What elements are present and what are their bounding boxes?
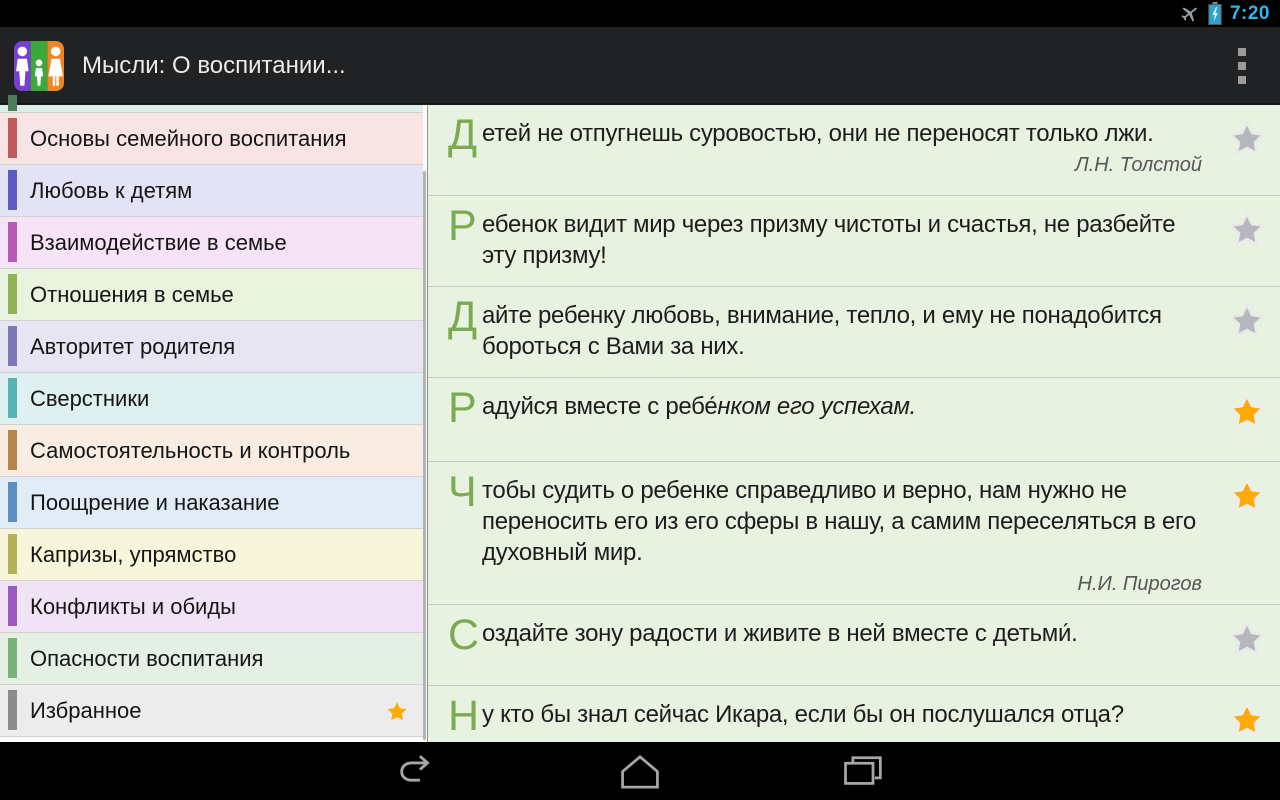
category-color-bar xyxy=(8,378,17,418)
category-color-bar xyxy=(8,638,17,678)
favorite-star-button[interactable] xyxy=(1230,394,1264,428)
quote-dropcap: Д xyxy=(448,111,477,159)
quote-dropcap: Н xyxy=(448,692,479,740)
quote-text: Ребенок видит мир через призму чистоты и… xyxy=(448,205,1202,271)
main-content: Основы семейного воспитания Любовь к дет… xyxy=(0,95,1280,742)
quote-dropcap: Ч xyxy=(448,468,477,516)
partial-category-item[interactable] xyxy=(0,95,423,113)
category-label: Самостоятельность и контроль xyxy=(30,437,351,463)
category-label: Капризы, упрямство xyxy=(30,541,237,567)
home-icon xyxy=(621,754,659,788)
quote-author: Л.Н. Толстой xyxy=(1074,154,1202,176)
category-color-bar xyxy=(8,274,17,314)
category-label: Сверстники xyxy=(30,385,150,411)
quote-item[interactable]: Радуйся вместе с ребе́нком его успехам. xyxy=(428,378,1280,462)
favorite-star-button[interactable] xyxy=(1230,478,1264,512)
quote-dropcap: Д xyxy=(448,293,477,341)
sidebar-category-item[interactable]: Самостоятельность и контроль xyxy=(0,425,423,477)
category-color-bar xyxy=(8,118,17,158)
recents-icon xyxy=(844,755,882,785)
battery-charging-icon xyxy=(1208,2,1222,25)
category-color-bar xyxy=(8,482,17,522)
quote-item[interactable]: Ну кто бы знал сейчас Икара, если бы он … xyxy=(428,686,1280,742)
quote-text-segment: тобы судить о ребенке справедливо и верн… xyxy=(482,477,1196,566)
favorite-star-button[interactable] xyxy=(1230,621,1264,655)
action-bar: Мысли: О воспитании... xyxy=(0,27,1280,105)
quote-item[interactable]: Дайте ребенку любовь, внимание, тепло, и… xyxy=(428,287,1280,378)
quote-author: Н.И. Пирогов xyxy=(1077,573,1202,595)
sidebar-category-item[interactable]: Взаимодействие в семье xyxy=(0,217,423,269)
category-label: Конфликты и обиды xyxy=(30,593,236,619)
overflow-menu-icon xyxy=(1238,48,1246,56)
home-button[interactable] xyxy=(615,751,665,791)
sidebar-category-item[interactable]: Основы семейного воспитания xyxy=(0,113,423,165)
status-bar: 7:20 xyxy=(0,0,1280,27)
category-label: Авторитет родителя xyxy=(30,333,236,359)
favorite-star-button[interactable] xyxy=(1230,303,1264,337)
category-color-bar xyxy=(8,326,17,366)
category-color-bar xyxy=(8,534,17,574)
quote-text: Дайте ребенку любовь, внимание, тепло, и… xyxy=(448,296,1202,362)
quote-text: Детей не отпугнешь суровостью, они не пе… xyxy=(448,114,1202,157)
sidebar-category-item[interactable]: Авторитет родителя xyxy=(0,321,423,373)
category-label: Взаимодействие в семье xyxy=(30,229,287,255)
sidebar-category-item[interactable]: Сверстники xyxy=(0,373,423,425)
category-label: Любовь к детям xyxy=(30,177,193,203)
quote-item[interactable]: Чтобы судить о ребенке справедливо и вер… xyxy=(428,462,1280,605)
sidebar-category-item[interactable]: Конфликты и обиды xyxy=(0,581,423,633)
category-color-bar xyxy=(8,222,17,262)
sidebar-category-item[interactable]: Любовь к детям xyxy=(0,165,423,217)
quote-text-segment: оздайте зону радости и живите в ней вмес… xyxy=(482,620,1078,647)
overflow-menu-button[interactable] xyxy=(1218,36,1266,96)
clock-label: 7:20 xyxy=(1229,2,1270,24)
category-label: Основы семейного воспитания xyxy=(30,125,347,151)
quote-text: Радуйся вместе с ребе́нком его успехам. xyxy=(448,387,1202,430)
category-label: Опасности воспитания xyxy=(30,645,264,671)
sidebar-scrollbar[interactable] xyxy=(423,171,426,740)
quote-text-segment: ебенок видит мир через призму чистоты и … xyxy=(482,211,1176,269)
quote-item[interactable]: Ребенок видит мир через призму чистоты и… xyxy=(428,196,1280,287)
category-label: Поощрение и наказание xyxy=(30,489,280,515)
category-color-bar xyxy=(8,170,17,210)
sidebar-category-item[interactable]: Избранное xyxy=(0,685,423,737)
quote-text: Создайте зону радости и живите в ней вме… xyxy=(448,614,1202,657)
page-title: Мысли: О воспитании... xyxy=(82,52,346,79)
sidebar-category-item[interactable]: Поощрение и наказание xyxy=(0,477,423,529)
quote-dropcap: Р xyxy=(448,202,477,250)
category-label: Отношения в семье xyxy=(30,281,234,307)
favorite-star-button[interactable] xyxy=(1230,121,1264,155)
recents-button[interactable] xyxy=(837,751,887,791)
favorites-star-icon xyxy=(385,698,409,723)
screen: { "status_bar": { "time": "7:20", "accen… xyxy=(0,0,1280,800)
category-color-bar xyxy=(8,586,17,626)
sidebar-category-item[interactable]: Капризы, упрямство xyxy=(0,529,423,581)
system-navigation-bar xyxy=(0,742,1280,800)
category-label: Избранное xyxy=(30,697,142,723)
quote-text-segment: нком его успехам. xyxy=(717,393,916,420)
category-color-bar xyxy=(8,95,17,111)
quote-list: Детей не отпугнешь суровостью, они не пе… xyxy=(428,105,1280,742)
quote-text-segment: айте ребенку любовь, внимание, тепло, и … xyxy=(482,302,1162,360)
quote-text: Чтобы судить о ребенке справедливо и вер… xyxy=(448,471,1202,568)
sidebar-category-item[interactable]: Отношения в семье xyxy=(0,269,423,321)
quote-dropcap: С xyxy=(448,611,479,659)
quote-text-segment: адуйся вместе с ребе́ xyxy=(482,393,718,420)
quote-text-segment: етей не отпугнешь суровостью, они не пер… xyxy=(482,120,1154,147)
quote-text: Ну кто бы знал сейчас Икара, если бы он … xyxy=(448,695,1202,738)
category-color-bar xyxy=(8,430,17,470)
app-icon xyxy=(14,41,64,91)
quote-text-segment: у кто бы знал сейчас Икара, если бы он п… xyxy=(482,701,1124,728)
sidebar-category-item[interactable]: Опасности воспитания xyxy=(0,633,423,685)
back-button[interactable] xyxy=(393,751,443,791)
airplane-mode-icon xyxy=(1181,6,1197,22)
category-color-bar xyxy=(8,690,17,730)
quote-dropcap: Р xyxy=(448,384,477,432)
category-sidebar: Основы семейного воспитания Любовь к дет… xyxy=(0,95,428,742)
quote-item[interactable]: Создайте зону радости и живите в ней вме… xyxy=(428,605,1280,686)
favorite-star-button[interactable] xyxy=(1230,212,1264,246)
category-list: Основы семейного воспитания Любовь к дет… xyxy=(0,113,427,737)
quote-item[interactable]: Детей не отпугнешь суровостью, они не пе… xyxy=(428,105,1280,196)
back-icon xyxy=(400,754,430,782)
favorite-star-button[interactable] xyxy=(1230,702,1264,736)
